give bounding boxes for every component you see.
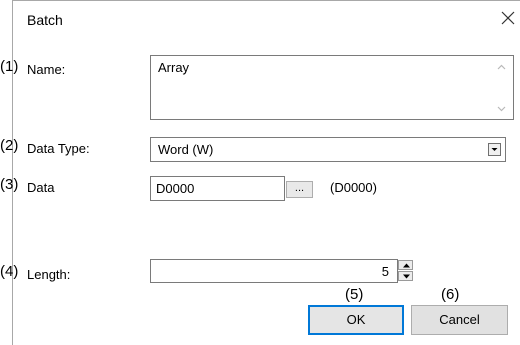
window-title: Batch [27,12,63,28]
name-value: Array [158,60,190,75]
name-textarea[interactable]: Array [150,55,514,120]
length-value: 5 [381,264,389,279]
ok-button[interactable]: OK [308,305,404,335]
data-input[interactable]: D0000 [150,176,285,201]
scroll-down-icon[interactable] [497,104,506,114]
name-label: Name: [27,62,66,77]
annotation-2: (2) [0,137,19,154]
data-type-label: Data Type: [27,141,90,156]
annotation-6: (6) [441,286,460,303]
chevron-down-icon[interactable] [488,143,501,156]
length-label: Length: [27,267,71,282]
browse-button[interactable]: ... [286,181,313,198]
window-frame-left [12,0,13,345]
data-value: D0000 [156,181,195,196]
length-input[interactable]: 5 [150,259,398,283]
title-bar: Batch [13,1,520,41]
cancel-button[interactable]: Cancel [411,305,508,335]
data-type-value: Word (W) [158,142,214,157]
spin-down-icon[interactable] [398,271,413,281]
annotation-4: (4) [0,263,19,280]
annotation-3: (3) [0,176,19,193]
spin-up-icon[interactable] [398,260,413,270]
length-stepper[interactable] [398,260,413,281]
annotation-1: (1) [0,58,19,75]
data-resolved-address: (D0000) [330,180,377,195]
data-type-select[interactable]: Word (W) [150,137,506,162]
close-icon[interactable] [501,9,515,29]
data-label: Data [27,180,55,195]
scroll-up-icon[interactable] [497,62,506,72]
annotation-5: (5) [345,286,364,303]
